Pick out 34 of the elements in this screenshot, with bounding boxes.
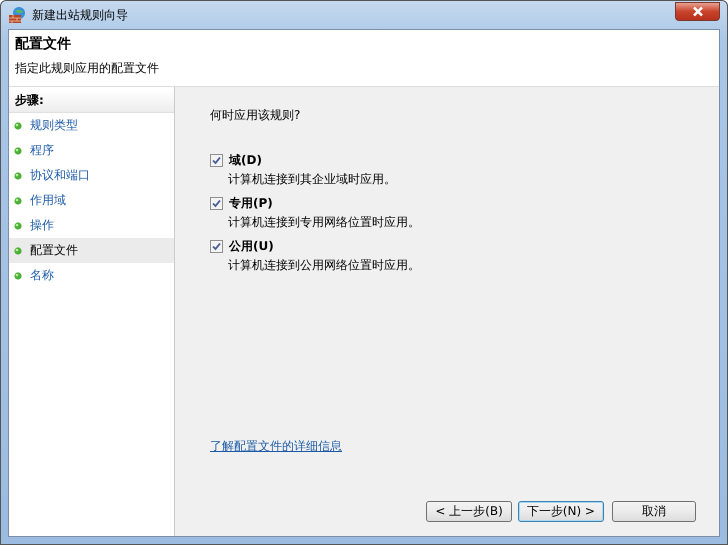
step-item[interactable]: 程序 <box>9 138 174 163</box>
wizard-button[interactable]: 下一步(N) > <box>518 501 604 522</box>
close-icon <box>692 6 704 16</box>
help-link[interactable]: 了解配置文件的详细信息 <box>210 438 342 455</box>
page-subtitle: 指定此规则应用的配置文件 <box>15 60 160 77</box>
step-item[interactable]: 作用域 <box>9 188 174 213</box>
window-title: 新建出站规则向导 <box>32 6 129 24</box>
checkbox[interactable] <box>210 197 223 210</box>
step-item[interactable]: 协议和端口 <box>9 163 174 188</box>
firewall-icon <box>8 6 26 24</box>
bullet-icon <box>14 246 22 254</box>
step-item[interactable]: 名称 <box>9 263 174 288</box>
step-item[interactable]: 规则类型 <box>9 113 174 138</box>
bullet-icon <box>14 196 22 204</box>
page-title: 配置文件 <box>15 35 72 53</box>
bullet-icon <box>14 146 22 154</box>
bullet-icon <box>14 222 22 230</box>
option-description: 计算机连接到专用网络位置时应用。 <box>228 214 421 231</box>
bullet-icon <box>14 122 22 130</box>
wizard-button[interactable]: 取消 <box>612 501 696 522</box>
step-item[interactable]: 配置文件 <box>9 238 174 263</box>
wizard-button[interactable]: < 上一步(B) <box>426 501 512 522</box>
bullet-icon <box>14 172 22 180</box>
checkbox[interactable] <box>210 240 223 253</box>
option-label[interactable]: 公用(U) <box>229 238 274 255</box>
checkbox[interactable] <box>210 154 223 167</box>
step-item[interactable]: 操作 <box>9 213 174 238</box>
close-button[interactable] <box>675 2 720 20</box>
question-text: 何时应用该规则? <box>210 107 302 124</box>
bullet-icon <box>14 272 22 280</box>
option-label[interactable]: 专用(P) <box>229 195 273 212</box>
option-label[interactable]: 域(D) <box>229 152 262 169</box>
option-description: 计算机连接到其企业域时应用。 <box>228 171 397 188</box>
option-description: 计算机连接到公用网络位置时应用。 <box>228 257 421 274</box>
